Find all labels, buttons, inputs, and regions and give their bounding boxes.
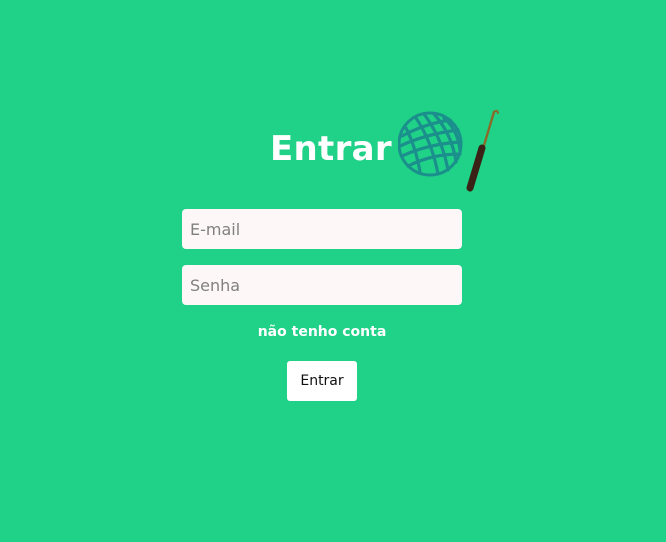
login-button[interactable]: Entrar <box>287 361 357 401</box>
page-title: Entrar <box>270 129 392 169</box>
yarn-ball-crochet-hook-icon <box>397 109 499 192</box>
password-field[interactable] <box>182 265 462 305</box>
login-header: Entrar <box>270 108 502 192</box>
no-account-link[interactable]: não tenho conta <box>0 324 644 340</box>
email-field[interactable] <box>182 209 462 249</box>
